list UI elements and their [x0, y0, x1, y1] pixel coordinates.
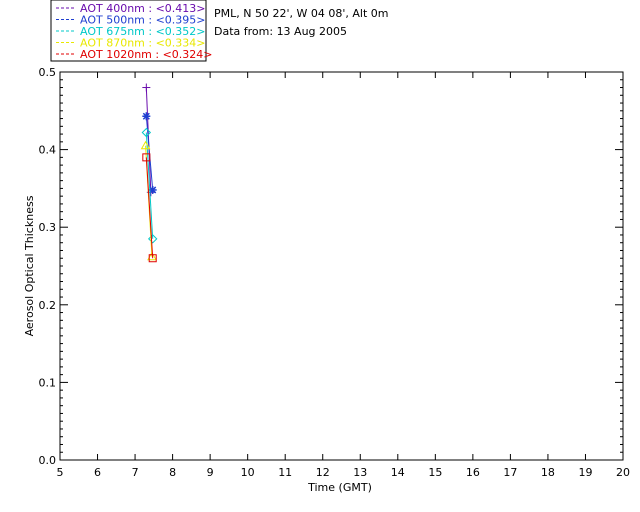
y-tick-label: 0.5 — [39, 66, 57, 79]
y-tick-label: 0.2 — [39, 299, 57, 312]
x-tick-label: 12 — [316, 466, 330, 479]
x-axis-label: Time (GMT) — [307, 481, 372, 494]
series-layer — [140, 83, 158, 263]
site-info: PML, N 50 22', W 04 08', Alt 0m — [214, 7, 388, 20]
y-tick-label: 0.4 — [39, 144, 57, 157]
x-tick-label: 15 — [428, 466, 442, 479]
y-axis-label: Aerosol Optical Thickness — [23, 195, 36, 336]
aot-chart: AOT 400nm : <0.413>AOT 500nm : <0.395>AO… — [23, 0, 630, 494]
data-point-star — [142, 112, 151, 121]
x-tick-label: 7 — [132, 466, 139, 479]
legend-entry: AOT 1020nm : <0.324> — [80, 48, 213, 61]
x-tick-label: 20 — [616, 466, 630, 479]
x-tick-label: 18 — [541, 466, 555, 479]
y-tick-label: 0.0 — [39, 454, 57, 467]
x-tick-label: 8 — [169, 466, 176, 479]
x-tick-label: 17 — [503, 466, 517, 479]
y-axis: 0.0 0.1 0.2 0.3 0.4 0.5 — [39, 66, 623, 467]
date-info: Data from: 13 Aug 2005 — [214, 25, 347, 38]
x-tick-label: 6 — [94, 466, 101, 479]
x-tick-label: 11 — [278, 466, 292, 479]
x-tick-label: 9 — [207, 466, 214, 479]
x-tick-label: 16 — [466, 466, 480, 479]
x-tick-label: 13 — [353, 466, 367, 479]
x-tick-label: 14 — [391, 466, 405, 479]
y-tick-label: 0.3 — [39, 221, 57, 234]
y-tick-label: 0.1 — [39, 376, 57, 389]
x-tick-label: 10 — [241, 466, 255, 479]
legend: AOT 400nm : <0.413>AOT 500nm : <0.395>AO… — [56, 2, 213, 61]
x-tick-label: 19 — [578, 466, 592, 479]
x-tick-label: 5 — [57, 466, 64, 479]
data-point-plus — [142, 83, 151, 92]
